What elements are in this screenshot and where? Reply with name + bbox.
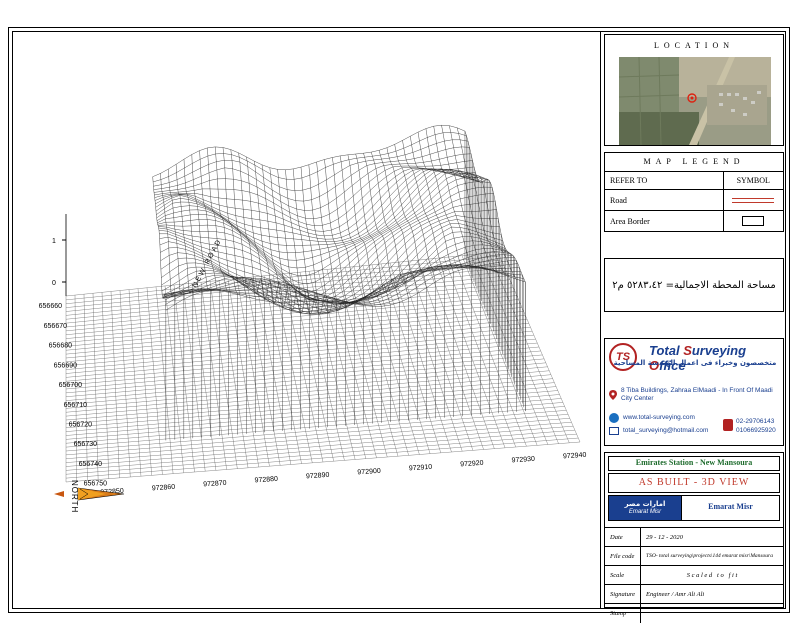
office-address: 8 Tiba Buildings, Zahraa ElMaadi - In Fr… [621,387,773,402]
base-grid-line [65,327,531,370]
base-grid-line [452,256,527,447]
base-grid-line [65,319,528,363]
x-tick-label: 972900 [357,468,381,477]
office-email[interactable]: total_surveying@hotmail.com [623,427,708,434]
info-value-file-code: TSO- total surveying\projects\144 emarat… [640,546,783,566]
area-border-symbol [723,210,783,232]
base-grid-line [416,260,484,450]
y-tick-label: 656660 [39,303,62,310]
x-tick-label: 972940 [563,452,587,461]
email-icon [609,427,619,435]
title-block-divider [600,31,601,609]
area-panel: مساحة المحطة الاجمالية= ٥٢٨٣،٤٢ م٢ [604,258,784,312]
y-tick-label: 656720 [69,421,92,428]
info-value-signature: Engineer / Amr Ali Ali [640,584,783,604]
base-grid-line [299,272,345,461]
road-symbol [723,189,783,211]
location-pin-icon [609,387,617,400]
y-tick-label: 656670 [44,323,67,330]
base-grid-line [65,315,526,359]
legend-item-road: Road [605,189,724,211]
north-label: NORTH [70,480,79,513]
y-tick-label: 656750 [84,481,107,488]
info-label-scale: Scale [605,565,642,585]
x-tick-label: 972860 [152,484,176,493]
office-panel: TS Total Surveying Office متخصصون وخبراء… [604,338,784,446]
y-tick-label: 656700 [59,382,82,389]
surface-mesh-line [402,140,454,273]
z-tick-label: 0 [52,280,56,287]
surface-plot-svg: 1 0 656660 656670 656680 656690 656700 656710 6… [39,124,587,513]
base-grid-line [65,275,509,320]
info-label-date: Date [605,527,642,547]
base-grid-line [65,311,524,355]
info-label-signature: Signature [605,584,642,604]
x-tick-label: 972880 [254,476,278,485]
surface-mesh-line [347,154,391,306]
surface-mesh-line [394,144,445,277]
base-grid-line [65,346,540,390]
location-panel: LOCATION [604,34,784,146]
base-grid-line [65,279,510,324]
x-tick-label: 972920 [460,460,484,469]
total-area-text: مساحة المحطة الاجمالية= ٥٢٨٣،٤٢ م٢ [612,279,776,291]
office-phone-2: 01066925920 [736,427,776,434]
surface-mesh-line [160,226,503,304]
legend-item-area-border: Area Border [605,210,724,232]
client-name: Emarat Misr [708,502,753,511]
location-title: LOCATION [654,41,734,50]
base-grid-line [407,261,474,451]
x-tick-label: 972910 [409,464,433,473]
x-tick-label: 972890 [306,472,330,481]
surface-mesh-line [425,128,481,269]
y-tick-label: 656710 [64,402,87,409]
z-tick-label: 1 [52,238,56,245]
info-value-date: 29 - 12 - 2020 [640,527,783,547]
client-logo: امارات مصر Emarat Misr [609,496,682,520]
y-tick-label: 656740 [79,461,102,468]
legend-col-refer: REFER TO [605,171,724,190]
surface-plot: 1 0 656660 656670 656680 656690 656700 656710 6… [14,34,598,606]
map-legend-panel: MAP LEGEND REFER TO SYMBOL Road Area Bor… [604,152,784,232]
project-panel: Emirates Station - New Mansoura AS BUILT… [604,452,784,623]
base-grid-line [65,334,534,378]
info-value-scale: S c a l e d t o f i t [640,565,783,585]
office-website[interactable]: www.total-surveying.com [623,414,695,421]
surface-mesh-line [410,136,463,270]
project-name: Emirates Station - New Mansoura [608,456,780,471]
y-tick-label: 656690 [54,362,77,369]
info-table: Date 29 - 12 - 2020 File code TSO- total… [605,527,783,623]
surface-mesh-line [156,169,485,261]
info-value-stamp [640,603,783,623]
phone-icon [723,419,733,431]
surface-mesh-line [158,186,493,301]
base-grid-line [65,291,516,335]
base-grid-line [65,283,512,328]
info-label-stamp: Stamp [605,603,642,623]
office-name: Total Surveying Office [649,343,747,373]
base-grid-line [65,295,517,339]
x-tick-label: 972870 [203,480,227,489]
legend-col-symbol: SYMBOL [723,171,783,190]
office-tagline: متخصصون وخبراء فى اعمال الهندسة المساحية [613,359,777,367]
x-tick-label: 972930 [511,456,535,465]
base-grid-line [65,342,538,386]
view-title: AS BUILT - 3D VIEW [608,473,780,493]
y-tick-label: 656680 [49,343,72,350]
legend-title: MAP LEGEND [643,157,745,166]
office-phone-1: 02-29706143 [736,418,775,425]
base-grid-line [335,268,388,458]
base-grid-line [65,323,529,366]
base-grid-line [425,259,495,449]
surface-mesh-line [441,125,499,273]
web-icon [609,413,619,423]
base-grid-line [434,258,506,448]
legend-table: REFER TO SYMBOL Road Area Border [605,171,783,232]
info-label-file-code: File code [605,546,642,566]
surface-mesh-line [161,231,505,305]
y-tick-label: 656730 [74,441,97,448]
surface-mesh-line [386,147,436,282]
location-map [619,57,771,145]
